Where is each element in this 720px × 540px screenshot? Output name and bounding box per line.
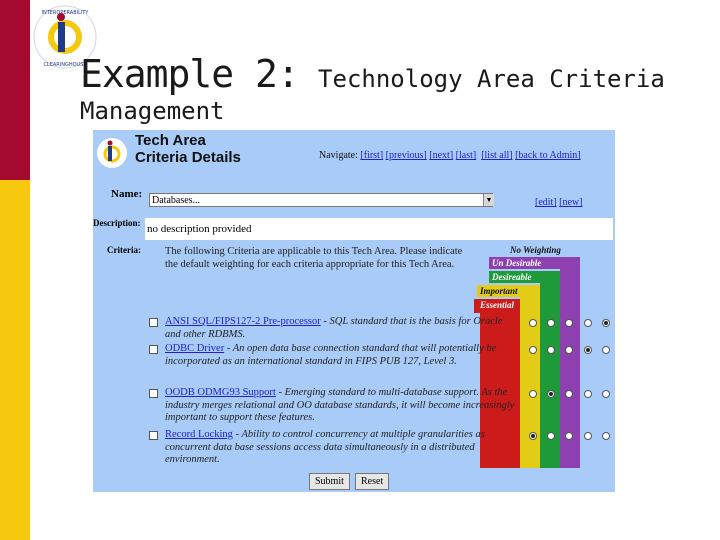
criterion-checkbox[interactable]	[149, 431, 158, 440]
new-link[interactable]: [new]	[559, 197, 582, 208]
weight-radio-important[interactable]	[547, 432, 555, 440]
weight-radio-undesirable[interactable]	[584, 390, 592, 398]
app-title-line1: Tech Area	[135, 132, 206, 149]
nav-back-to-admin-link[interactable]: [back to Admin]	[515, 150, 581, 161]
app-title-line2: Criteria Details	[135, 149, 241, 166]
criterion-checkbox[interactable]	[149, 389, 158, 398]
navigation-bar: Navigate: [first] [previous] [next] [las…	[319, 150, 581, 161]
weight-radio-essential[interactable]	[529, 432, 537, 440]
criterion-text: ODBC Driver - An open data base connecti…	[165, 343, 515, 368]
weight-label-desirable: Desireable	[489, 271, 560, 283]
weight-radio-no-weighting[interactable]	[602, 390, 610, 398]
criterion-row: ODBC Driver - An open data base connecti…	[145, 343, 515, 387]
weight-radio-no-weighting[interactable]	[602, 319, 610, 327]
weight-radio-essential[interactable]	[529, 319, 537, 327]
nav-previous-link[interactable]: [previous]	[386, 150, 427, 161]
edit-links: [edit] [new]	[535, 197, 582, 208]
weight-radio-undesirable[interactable]	[584, 432, 592, 440]
weight-radio-undesirable[interactable]	[584, 346, 592, 354]
weight-label-essential: Essential	[477, 299, 520, 311]
slide-title-rest: Technology Area Criteria	[318, 65, 665, 93]
criterion-text: ANSI SQL/FIPS127-2 Pre-processor - SQL s…	[165, 316, 515, 341]
criteria-label: Criteria:	[107, 245, 141, 255]
nav-next-link[interactable]: [next]	[429, 150, 453, 161]
weight-radio-undesirable[interactable]	[584, 319, 592, 327]
weight-radio-essential[interactable]	[529, 346, 537, 354]
name-label: Name:	[111, 188, 143, 200]
weight-radio-no-weighting[interactable]	[602, 346, 610, 354]
chevron-down-icon[interactable]: ▼	[483, 194, 494, 206]
nav-label: Navigate:	[319, 150, 358, 161]
slide-title: Example 2: Technology Area Criteria	[80, 52, 665, 96]
weight-radio-important[interactable]	[547, 319, 555, 327]
weight-radio-desirable[interactable]	[565, 432, 573, 440]
slide-title-main: Example 2:	[80, 52, 300, 96]
weight-label-important: Important	[477, 285, 540, 297]
name-select[interactable]: Databases...	[149, 193, 493, 207]
reset-button[interactable]: Reset	[355, 473, 390, 490]
accent-bar-yellow	[0, 180, 30, 540]
weight-radio-essential[interactable]	[529, 390, 537, 398]
weight-label-undesirable: Un Desirable	[489, 257, 580, 269]
criterion-text: Record Locking - Ability to control conc…	[165, 429, 515, 467]
weight-radio-no-weighting[interactable]	[602, 432, 610, 440]
criterion-text: OODB ODMG93 Support - Emerging standard …	[165, 387, 515, 425]
criterion-link[interactable]: ODBC Driver	[165, 343, 224, 354]
edit-link[interactable]: [edit]	[535, 197, 557, 208]
weight-radio-desirable[interactable]	[565, 390, 573, 398]
clearinghouse-small-logo	[97, 138, 127, 168]
submit-button[interactable]: Submit	[309, 473, 350, 490]
weight-radio-important[interactable]	[547, 346, 555, 354]
weight-label-no-weighting: No Weighting	[507, 244, 598, 256]
criterion-link[interactable]: Record Locking	[165, 429, 233, 440]
description-field[interactable]: no description provided	[145, 218, 613, 240]
app-title: Tech Area Criteria Details	[135, 132, 241, 166]
svg-text:INTEROPERABILITY: INTEROPERABILITY	[42, 10, 90, 16]
slide-subtitle: Management	[80, 97, 225, 125]
criterion-row: Record Locking - Ability to control conc…	[145, 429, 515, 471]
description-label: Description:	[93, 218, 141, 228]
criterion-row: OODB ODMG93 Support - Emerging standard …	[145, 387, 515, 429]
nav-list-all-link[interactable]: [list all]	[481, 150, 512, 161]
criterion-checkbox[interactable]	[149, 318, 158, 327]
radio-backdrop	[520, 313, 528, 468]
criterion-link[interactable]: OODB ODMG93 Support	[165, 387, 276, 398]
nav-first-link[interactable]: [first]	[360, 150, 383, 161]
accent-bar-red	[0, 0, 30, 180]
criterion-row: ANSI SQL/FIPS127-2 Pre-processor - SQL s…	[145, 316, 515, 343]
weight-radio-desirable[interactable]	[565, 319, 573, 327]
weight-radio-important[interactable]	[547, 390, 555, 398]
criterion-link[interactable]: ANSI SQL/FIPS127-2 Pre-processor	[165, 316, 321, 327]
nav-last-link[interactable]: [last]	[456, 150, 477, 161]
criteria-intro-text: The following Criteria are applicable to…	[165, 246, 463, 270]
app-screenshot: Tech Area Criteria Details Navigate: [fi…	[93, 130, 615, 492]
weight-radio-desirable[interactable]	[565, 346, 573, 354]
criterion-checkbox[interactable]	[149, 345, 158, 354]
